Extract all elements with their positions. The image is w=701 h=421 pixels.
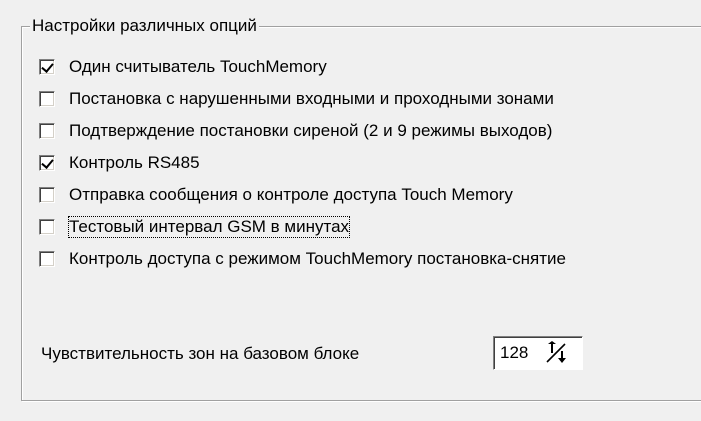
- option-rs485-control[interactable]: Контроль RS485: [39, 151, 200, 175]
- option-label: Контроль доступа с режимом TouchMemory п…: [69, 249, 566, 268]
- checkbox-arm-with-violated-zones[interactable]: [39, 91, 55, 107]
- checkbox-access-control-message[interactable]: [39, 187, 55, 203]
- option-siren-confirm[interactable]: Подтверждение постановки сиреной (2 и 9 …: [39, 119, 552, 143]
- option-label: Отправка сообщения о контроле доступа To…: [69, 185, 513, 204]
- groupbox-title: Настройки различных опций: [30, 16, 259, 36]
- sensitivity-label: Чувствительность зон на базовом блоке: [41, 344, 360, 363]
- sensitivity-value[interactable]: 128: [500, 343, 544, 363]
- option-label: Контроль RS485: [69, 153, 200, 172]
- spin-up-down-icon[interactable]: [544, 341, 570, 365]
- option-touchmemory-arm-disarm[interactable]: Контроль доступа с режимом TouchMemory п…: [39, 247, 566, 271]
- option-label: Постановка с нарушенными входными и прох…: [69, 89, 554, 108]
- option-label: Тестовый интервал GSM в минутах: [67, 216, 351, 238]
- option-label: Подтверждение постановки сиреной (2 и 9 …: [69, 121, 553, 140]
- checkbox-single-reader[interactable]: [39, 59, 55, 75]
- option-arm-with-violated-zones[interactable]: Постановка с нарушенными входными и прох…: [39, 87, 554, 111]
- option-gsm-test-interval[interactable]: Тестовый интервал GSM в минутах: [39, 215, 351, 239]
- option-single-reader[interactable]: Один считыватель TouchMemory: [39, 55, 327, 79]
- sensitivity-spinbox[interactable]: 128: [493, 336, 583, 370]
- checkbox-touchmemory-arm-disarm[interactable]: [39, 251, 55, 267]
- checkbox-siren-confirm[interactable]: [39, 123, 55, 139]
- checkbox-gsm-test-interval[interactable]: [39, 219, 55, 235]
- option-label: Один считыватель TouchMemory: [69, 57, 327, 76]
- checkbox-rs485-control[interactable]: [39, 155, 55, 171]
- option-access-control-message[interactable]: Отправка сообщения о контроле доступа To…: [39, 183, 513, 207]
